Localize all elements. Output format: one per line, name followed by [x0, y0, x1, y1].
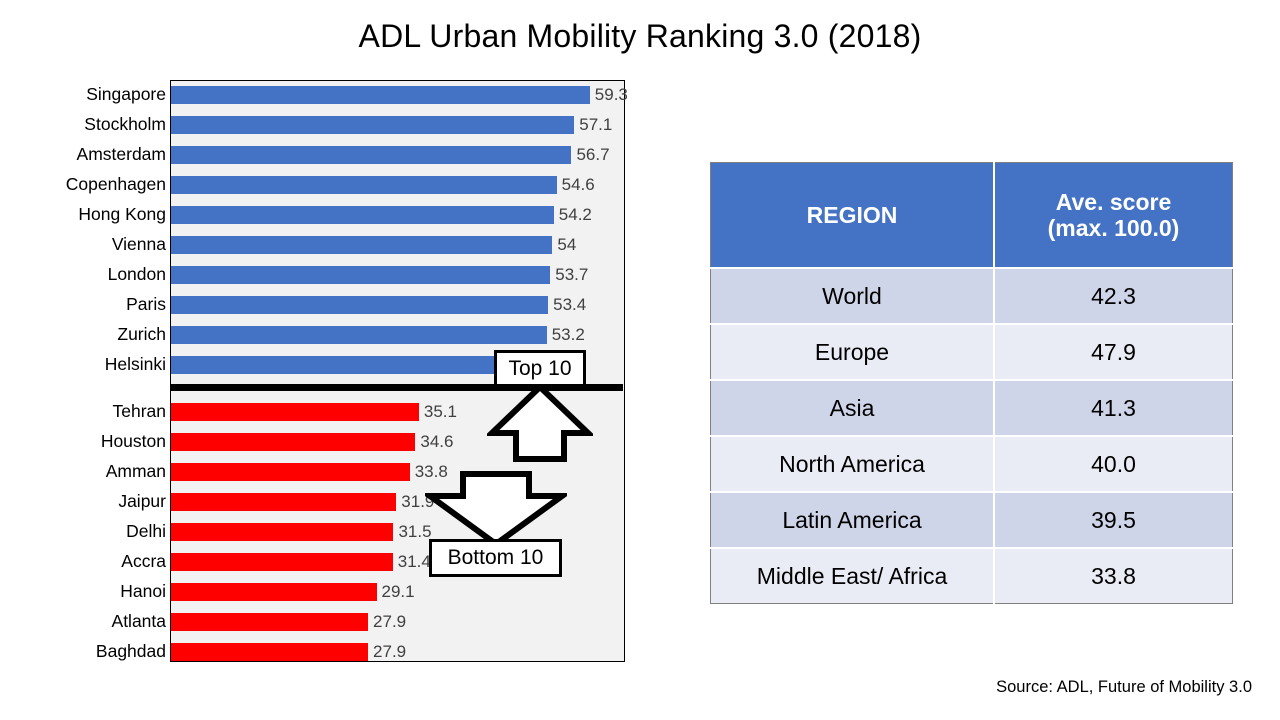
bar-category-label: Vienna — [111, 234, 166, 254]
table-cell-region: Europe — [710, 324, 995, 381]
bottom-10-callout: Bottom 10 — [429, 539, 562, 577]
arrow-down-icon — [425, 471, 567, 548]
bar-category-label: Zurich — [117, 324, 166, 344]
bar-value-label: 31.4 — [397, 552, 431, 571]
table-row: Europe 47.9 — [710, 324, 1233, 381]
bar — [171, 403, 419, 421]
table-cell-region: World — [710, 268, 995, 325]
table-cell-score: 40.0 — [994, 436, 1233, 493]
bar-value-label: 54.6 — [561, 175, 595, 194]
table-cell-region: Middle East/ Africa — [710, 548, 995, 604]
table-row: Middle East/ Africa 33.8 — [710, 548, 1233, 604]
bar — [171, 613, 369, 631]
arrow-up-icon — [487, 383, 593, 462]
bar-value-label: 54 — [557, 235, 577, 254]
bar-value-label: 29.1 — [381, 582, 415, 601]
bar-category-label: Amsterdam — [76, 144, 166, 164]
bar-value-label: 27.9 — [373, 642, 407, 661]
bar-category-label: Hanoi — [120, 581, 166, 601]
table-row: Latin America 39.5 — [710, 492, 1233, 549]
bar — [171, 326, 547, 344]
bar-category-label: Tehran — [112, 401, 166, 421]
bar-category-label: Atlanta — [111, 611, 166, 631]
page-title: ADL Urban Mobility Ranking 3.0 (2018) — [358, 18, 922, 54]
table-header-score-line1: Ave. score — [1055, 189, 1172, 215]
bar-category-label: Amman — [105, 461, 166, 481]
bar-value-label: 57.1 — [579, 115, 613, 134]
bar — [171, 356, 544, 374]
bar-category-label: Accra — [121, 551, 166, 571]
table-header-row: REGION Ave. score (max. 100.0) — [710, 162, 1233, 269]
table-row: North America 40.0 — [710, 436, 1233, 493]
top-10-callout: Top 10 — [494, 350, 586, 387]
bar — [171, 433, 416, 451]
table-cell-score: 42.3 — [994, 268, 1233, 325]
bar — [171, 296, 549, 314]
category-axis: Singapore Stockholm Amsterdam Copenhagen Hon… — [0, 78, 166, 664]
bar-value-label: 56.7 — [576, 145, 610, 164]
bar-category-label: Paris — [126, 294, 166, 314]
table-cell-region: Latin America — [710, 492, 995, 549]
bar-category-label: Helsinki — [104, 354, 166, 374]
bar-category-label: Copenhagen — [65, 174, 166, 194]
bar — [171, 266, 551, 284]
bar-value-label: 35.1 — [423, 402, 457, 421]
table-header-score: Ave. score (max. 100.0) — [994, 162, 1233, 269]
table-row: World 42.3 — [710, 268, 1233, 325]
table-row: Asia 41.3 — [710, 380, 1233, 437]
region-score-table: REGION Ave. score (max. 100.0) World 42.3… — [710, 162, 1233, 604]
bottom-10-callout-label: Bottom 10 — [447, 546, 544, 569]
bar — [171, 523, 394, 541]
bar — [171, 643, 369, 661]
top-10-callout-label: Top 10 — [508, 356, 572, 380]
bar-value-label: 27.9 — [373, 612, 407, 631]
bar-chart: Singapore Stockholm Amsterdam Copenhagen Hon… — [0, 78, 628, 668]
bar-category-label: London — [107, 264, 166, 284]
bar-value-label: 53.4 — [553, 295, 587, 314]
bar — [171, 553, 393, 571]
table-header-region: REGION — [710, 162, 995, 269]
bar-value-label: 59.3 — [594, 85, 628, 104]
table-cell-score: 39.5 — [994, 492, 1233, 549]
table-cell-score: 41.3 — [994, 380, 1233, 437]
bar-category-label: Houston — [100, 431, 166, 451]
bar-category-label: Jaipur — [118, 491, 166, 511]
bar-category-label: Hong Kong — [78, 204, 166, 224]
bar — [171, 146, 572, 164]
table-cell-region: North America — [710, 436, 995, 493]
bar — [171, 583, 377, 601]
bar — [171, 463, 410, 481]
bar — [171, 86, 590, 104]
bar-category-label: Singapore — [86, 84, 166, 104]
table-header-score-line2: (max. 100.0) — [1047, 215, 1180, 241]
bar-category-label: Baghdad — [95, 641, 166, 661]
table-cell-score: 33.8 — [994, 548, 1233, 604]
bar — [171, 493, 397, 511]
bar-category-label: Stockholm — [84, 114, 166, 134]
bar-value-label: 54.2 — [558, 205, 592, 224]
table-cell-region: Asia — [710, 380, 995, 437]
bar-value-label: 34.6 — [420, 432, 454, 451]
bar — [171, 176, 557, 194]
bar — [171, 206, 554, 224]
bar-value-label: 53.7 — [555, 265, 589, 284]
source-note: Source: ADL, Future of Mobility 3.0 — [996, 678, 1252, 696]
bar-value-label: 53.2 — [551, 325, 585, 344]
table-cell-score: 47.9 — [994, 324, 1233, 381]
table-body: World 42.3 Europe 47.9 Asia 41.3 North America… — [710, 268, 1233, 604]
bar — [171, 116, 575, 134]
bar — [171, 236, 553, 254]
bar-category-label: Delhi — [126, 521, 166, 541]
